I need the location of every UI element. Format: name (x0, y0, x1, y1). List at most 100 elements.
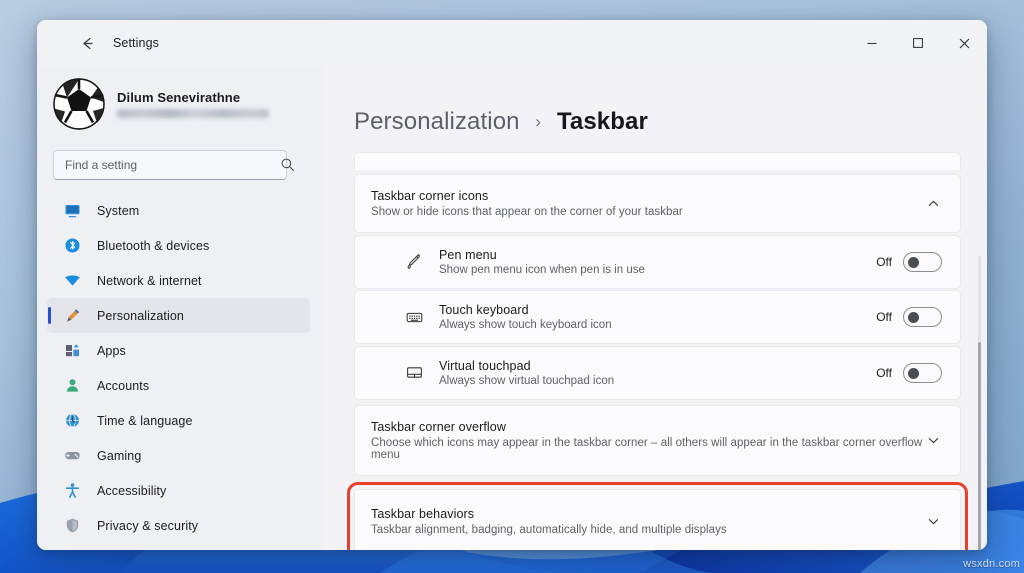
sidebar-item-label: Accessibility (97, 483, 167, 498)
watermark: wsxdn.com (963, 558, 1020, 570)
close-icon (959, 38, 969, 48)
title-bar: Settings (37, 20, 987, 66)
sidebar-item-label: Personalization (97, 308, 184, 323)
sidebar-item-network-internet[interactable]: Network & internet (47, 263, 310, 298)
sidebar-item-label: Apps (97, 343, 126, 358)
toggle-state-label: Off (876, 310, 892, 324)
chevron-down-icon[interactable] (924, 434, 942, 447)
person-icon (61, 377, 83, 394)
row-subtitle: Show pen menu icon when pen is in use (439, 263, 645, 276)
close-button[interactable] (941, 20, 987, 66)
clock-globe-icon (61, 412, 83, 429)
toggle-switch[interactable] (903, 307, 942, 327)
toggle-state-label: Off (876, 254, 892, 269)
touchpad-icon (401, 363, 427, 382)
shield-icon (61, 517, 83, 534)
taskbar-corner-icons-header[interactable]: Taskbar corner icons Show or hide icons … (354, 174, 961, 233)
soccer-ball-avatar-icon (53, 78, 105, 130)
search-input[interactable] (53, 150, 287, 180)
card-subtitle: Choose which icons may appear in the tas… (371, 436, 923, 461)
minimize-button[interactable] (849, 20, 895, 66)
content-pane: Personalization › Taskbar Taskbar corner… (322, 66, 987, 550)
settings-scroll-area[interactable]: Taskbar corner icons Show or hide icons … (322, 152, 987, 550)
scrollbar-thumb[interactable] (978, 342, 981, 550)
monitor-icon (61, 202, 83, 219)
gamepad-icon (61, 447, 83, 464)
chevron-up-icon[interactable] (924, 197, 942, 210)
row-title: Pen menu (439, 247, 497, 262)
card-subtitle: Show or hide icons that appear on the co… (371, 206, 683, 218)
minimize-icon (867, 43, 877, 44)
toggle-pen-menu[interactable]: Off (876, 251, 942, 272)
sidebar-item-label: Accounts (97, 378, 150, 393)
card-title: Taskbar corner overflow (371, 419, 506, 434)
avatar (53, 78, 105, 130)
search-box[interactable] (53, 150, 304, 180)
row-touch-keyboard[interactable]: Touch keyboard Always show touch keyboar… (354, 290, 961, 344)
taskbar-behaviors-card[interactable]: Taskbar behaviors Taskbar alignment, bad… (347, 481, 968, 550)
sidebar-nav: System Bluetooth & devices Network & int… (37, 193, 322, 543)
wifi-icon (61, 272, 83, 289)
sidebar-item-bluetooth-devices[interactable]: Bluetooth & devices (47, 228, 310, 263)
user-profile[interactable]: Dilum Senevirathne (37, 66, 322, 144)
keyboard-icon (401, 308, 427, 327)
page-title: Taskbar (556, 108, 648, 135)
bluetooth-icon (61, 237, 83, 254)
maximize-button[interactable] (895, 20, 941, 66)
row-pen-menu[interactable]: Pen menu Show pen menu icon when pen is … (354, 234, 961, 289)
profile-name: Dilum Senevirathne (117, 90, 241, 105)
taskbar-corner-overflow-card[interactable]: Taskbar corner overflow Choose which ico… (354, 404, 961, 476)
sidebar-item-label: Gaming (97, 448, 142, 463)
toggle-virtual-touchpad[interactable]: Off (876, 362, 942, 383)
back-button[interactable] (71, 27, 103, 59)
pen-icon (401, 252, 427, 271)
breadcrumb: Personalization › Taskbar (322, 66, 987, 152)
profile-text: Dilum Senevirathne (117, 90, 269, 118)
toggle-touch-keyboard[interactable]: Off (876, 307, 942, 327)
row-virtual-touchpad[interactable]: Virtual touchpad Always show virtual tou… (354, 345, 961, 400)
sidebar-item-accounts[interactable]: Accounts (47, 368, 310, 403)
settings-window: Settings Dilum Senevirathne Find a setti… (37, 20, 987, 550)
back-arrow-icon (82, 37, 93, 49)
sidebar-item-time-language[interactable]: Time & language (47, 403, 310, 438)
chevron-down-icon[interactable] (924, 515, 942, 528)
toggle-switch[interactable] (903, 362, 942, 383)
breadcrumb-personalization[interactable]: Personalization (354, 108, 520, 135)
desktop: Settings Dilum Senevirathne Find a setti… (0, 0, 1024, 573)
breadcrumb-separator: › (535, 112, 542, 131)
sidebar: Dilum Senevirathne Find a setting System… (37, 66, 322, 550)
maximize-icon (913, 38, 923, 48)
toggle-switch[interactable] (903, 251, 942, 272)
sidebar-item-privacy-security[interactable]: Privacy & security (47, 508, 310, 543)
card-title: Taskbar behaviors (371, 506, 475, 521)
sidebar-item-label: Bluetooth & devices (97, 238, 210, 253)
card-subtitle: Taskbar alignment, badging, automaticall… (371, 523, 727, 536)
sidebar-item-system[interactable]: System (47, 193, 310, 228)
scrollbar-track[interactable] (978, 256, 981, 550)
row-subtitle: Always show virtual touchpad icon (439, 374, 615, 387)
apps-icon (61, 342, 83, 359)
toggle-knob (908, 367, 919, 379)
sidebar-item-label: Time & language (97, 413, 193, 428)
toggle-knob (908, 256, 919, 268)
card-title: Taskbar corner icons (371, 189, 489, 203)
sidebar-item-personalization[interactable]: Personalization (47, 298, 310, 333)
sidebar-item-label: Privacy & security (97, 518, 199, 533)
toggle-knob (908, 312, 919, 323)
sidebar-item-gaming[interactable]: Gaming (47, 438, 310, 473)
sidebar-item-label: Network & internet (97, 273, 202, 288)
accessibility-icon (61, 482, 83, 499)
row-subtitle: Always show touch keyboard icon (439, 319, 612, 331)
sidebar-item-label: System (97, 203, 140, 218)
row-title: Touch keyboard (439, 303, 529, 317)
window-controls (849, 20, 987, 66)
sidebar-item-apps[interactable]: Apps (47, 333, 310, 368)
profile-email-redacted (117, 109, 269, 118)
taskbar-corner-icons-group: Taskbar corner icons Show or hide icons … (354, 174, 961, 400)
toggle-state-label: Off (876, 365, 892, 380)
window-body: Dilum Senevirathne Find a setting System… (37, 66, 987, 550)
paintbrush-icon (61, 307, 83, 324)
row-title: Virtual touchpad (439, 358, 531, 373)
sidebar-item-accessibility[interactable]: Accessibility (47, 473, 310, 508)
card-partial-above (354, 152, 961, 170)
